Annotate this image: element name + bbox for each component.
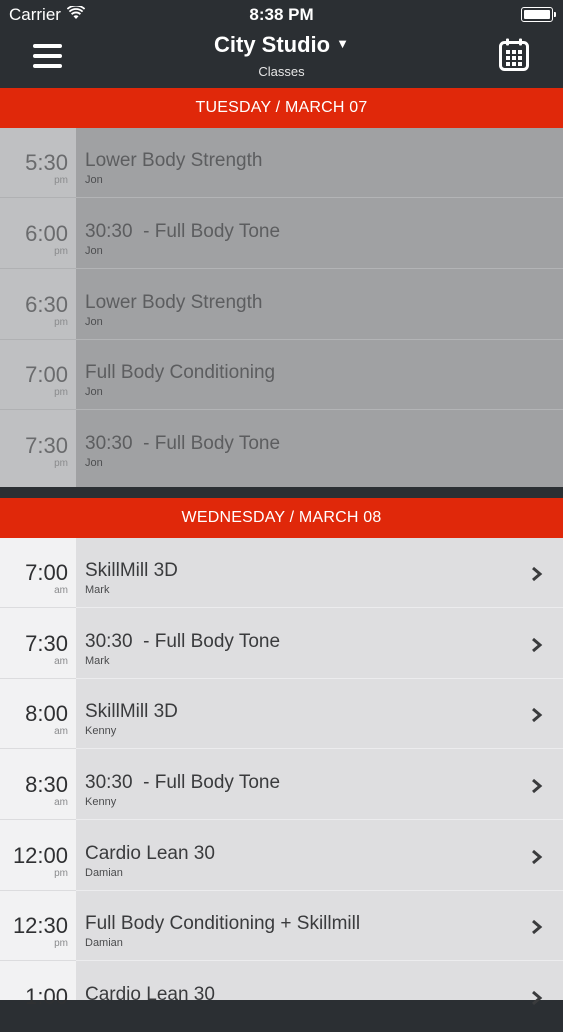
class-instructor: Damian bbox=[85, 867, 123, 879]
class-name: Full Body Conditioning bbox=[85, 362, 276, 383]
class-name: 30:30 - Full Body Tone bbox=[85, 631, 281, 652]
chevron-right-icon bbox=[532, 637, 543, 653]
class-instructor: Kenny bbox=[85, 725, 117, 737]
class-instructor: Jon bbox=[85, 386, 103, 398]
class-row[interactable]: 7:30 am 30:30 - Full Body Tone Mark bbox=[0, 609, 563, 679]
day-header-wednesday: WEDNESDAY / MARCH 08 bbox=[0, 498, 563, 538]
row-divider bbox=[76, 409, 563, 410]
class-name: Lower Body Strength bbox=[85, 292, 263, 313]
class-list-wednesday: 7:00 am SkillMill 3D Mark 7:30 am 30:30 … bbox=[0, 538, 563, 1009]
class-row[interactable]: 7:30 pm 30:30 - Full Body Tone Jon bbox=[0, 411, 563, 481]
rail-divider bbox=[0, 197, 76, 198]
rail-divider bbox=[0, 607, 76, 608]
class-name: SkillMill 3D bbox=[85, 701, 178, 722]
class-row[interactable]: 12:30 pm Full Body Conditioning + Skillm… bbox=[0, 891, 563, 961]
class-instructor: Mark bbox=[85, 655, 110, 667]
class-row[interactable]: 6:00 pm 30:30 - Full Body Tone Jon bbox=[0, 199, 563, 269]
class-row[interactable]: 7:00 pm Full Body Conditioning Jon bbox=[0, 340, 563, 410]
class-row[interactable]: 8:30 am 30:30 - Full Body Tone Kenny bbox=[0, 750, 563, 820]
chevron-right-icon bbox=[532, 566, 543, 582]
chevron-right-icon bbox=[532, 919, 543, 935]
studio-selector[interactable]: City Studio ▼ bbox=[0, 32, 563, 58]
class-name: Lower Body Strength bbox=[85, 150, 263, 171]
chevron-right-icon bbox=[532, 707, 543, 723]
class-name: 30:30 - Full Body Tone bbox=[85, 772, 281, 793]
status-bar: Carrier 8:38 PM bbox=[0, 0, 563, 30]
class-instructor: Jon bbox=[85, 457, 103, 469]
class-row[interactable]: 1:00 Cardio Lean 30 bbox=[0, 962, 563, 1032]
class-ampm: am bbox=[54, 726, 68, 737]
class-ampm: pm bbox=[54, 458, 68, 469]
class-name: 30:30 - Full Body Tone bbox=[85, 221, 281, 242]
class-time: 8:30 bbox=[25, 772, 68, 797]
class-ampm: pm bbox=[54, 317, 68, 328]
row-divider bbox=[76, 197, 563, 198]
row-divider bbox=[76, 748, 563, 749]
chevron-right-icon bbox=[532, 849, 543, 865]
class-time: 7:00 bbox=[25, 362, 68, 387]
class-ampm: am bbox=[54, 797, 68, 808]
row-divider bbox=[76, 268, 563, 269]
nav-bar: Carrier 8:38 PM City Studio ▼ Classes bbox=[0, 0, 563, 88]
rail-divider bbox=[0, 748, 76, 749]
class-instructor: Jon bbox=[85, 316, 103, 328]
class-time: 8:00 bbox=[25, 701, 68, 726]
class-instructor: Jon bbox=[85, 245, 103, 257]
class-time: 7:30 bbox=[25, 631, 68, 656]
class-name: SkillMill 3D bbox=[85, 560, 178, 581]
class-name: 30:30 - Full Body Tone bbox=[85, 433, 281, 454]
rail-divider bbox=[0, 268, 76, 269]
class-ampm: pm bbox=[54, 938, 68, 949]
class-time: 1:00 bbox=[25, 984, 68, 1009]
class-instructor: Kenny bbox=[85, 796, 117, 808]
rail-divider bbox=[0, 819, 76, 820]
class-row[interactable]: 5:30 pm Lower Body Strength Jon bbox=[0, 128, 563, 198]
page-title: City Studio bbox=[214, 32, 331, 57]
day-header-tuesday: TUESDAY / MARCH 07 bbox=[0, 88, 563, 128]
row-divider bbox=[76, 819, 563, 820]
class-instructor: Jon bbox=[85, 174, 103, 186]
class-ampm: pm bbox=[54, 246, 68, 257]
class-time: 6:30 bbox=[25, 292, 68, 317]
class-ampm: am bbox=[54, 585, 68, 596]
calendar-icon[interactable] bbox=[499, 38, 529, 71]
class-row[interactable]: 12:00 pm Cardio Lean 30 Damian bbox=[0, 821, 563, 891]
class-ampm: pm bbox=[54, 175, 68, 186]
row-divider bbox=[76, 607, 563, 608]
class-ampm: pm bbox=[54, 387, 68, 398]
class-time: 5:30 bbox=[25, 150, 68, 175]
class-row[interactable]: 6:30 pm Lower Body Strength Jon bbox=[0, 270, 563, 340]
class-list-tuesday: 5:30 pm Lower Body Strength Jon 6:00 pm … bbox=[0, 128, 563, 487]
caret-down-icon: ▼ bbox=[336, 36, 349, 51]
clock: 8:38 PM bbox=[249, 5, 314, 24]
class-time: 6:00 bbox=[25, 221, 68, 246]
class-name: Cardio Lean 30 bbox=[85, 843, 215, 864]
class-time: 12:00 bbox=[12, 843, 68, 868]
class-name: Full Body Conditioning + Skillmill bbox=[85, 913, 361, 934]
class-instructor: Damian bbox=[85, 937, 123, 949]
rail-divider bbox=[0, 409, 76, 410]
chevron-right-icon bbox=[532, 990, 543, 1006]
class-ampm: am bbox=[54, 656, 68, 667]
battery-icon bbox=[521, 7, 556, 22]
class-instructor: Mark bbox=[85, 584, 110, 596]
rail-divider bbox=[0, 960, 76, 961]
class-time: 7:00 bbox=[25, 560, 68, 585]
class-row[interactable]: 8:00 am SkillMill 3D Kenny bbox=[0, 679, 563, 749]
class-row[interactable]: 7:00 am SkillMill 3D Mark bbox=[0, 538, 563, 608]
class-time: 7:30 bbox=[25, 433, 68, 458]
class-ampm: pm bbox=[54, 868, 68, 879]
page-subtitle: Classes bbox=[258, 64, 305, 79]
class-name: Cardio Lean 30 bbox=[85, 984, 215, 1005]
class-time: 12:30 bbox=[12, 913, 68, 938]
row-divider bbox=[76, 960, 563, 961]
chevron-right-icon bbox=[532, 778, 543, 794]
